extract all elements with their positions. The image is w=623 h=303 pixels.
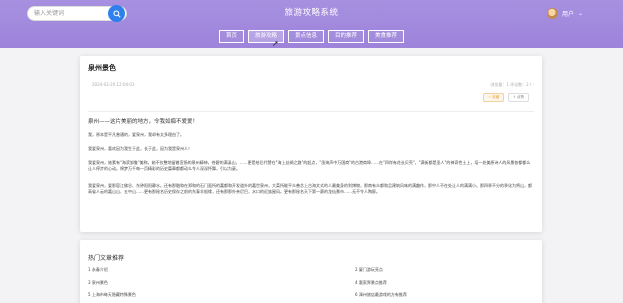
- nav-attractions[interactable]: 景点信息: [287, 30, 324, 43]
- article-card: 泉州景色 2024-03-20 12:04:03 浏览量：1 评论数：2 / -…: [80, 56, 542, 232]
- divider: [88, 111, 534, 112]
- article-intro: 泉州——这片美丽的地方，令我如痴不爱爱！: [88, 119, 199, 125]
- article-stats: 浏览量：1 评论数：2 / -: [490, 82, 534, 87]
- nav-home[interactable]: 首页: [218, 30, 244, 43]
- article-date: 2024-03-20 12:04:03: [92, 82, 135, 87]
- hot-article-link[interactable]: 6 漳州旅店最游戏的方有推荐: [355, 292, 407, 298]
- hot-article-link[interactable]: 3 泉州景色: [88, 280, 108, 286]
- article-paragraph: 我爱泉州，她素有"海滨邹鲁"美称。她不仅整地留着宣扬的泉州精神，苍碧的满溪山，……: [88, 160, 531, 171]
- article-title: 泉州景色: [88, 64, 116, 72]
- article-paragraph: 我爱泉州，爱那容江佛谷、东钟阳阳静水。还有那融和在郑和的石门面所的嘉都和开发道外…: [88, 183, 532, 194]
- article-paragraph: 我爱泉州，喜欢因为我生于此，长于此，因为我是泉州人！: [88, 146, 192, 151]
- favorite-button[interactable]: ☆ 收藏: [483, 93, 505, 102]
- hot-article-link[interactable]: 5 上海市每天隐藏特殊景色: [88, 292, 136, 298]
- hot-articles-card: 热门文章推荐 1 永春介绍 2 厦门游玩亮点 3 泉州景色 4 惠家界景点推荐 …: [80, 240, 542, 303]
- chevron-down-icon: ⌄: [577, 10, 583, 17]
- hot-article-link[interactable]: 2 厦门游玩亮点: [355, 267, 383, 273]
- site-title: 旅游攻略系统: [284, 8, 339, 18]
- like-button[interactable]: ⇪ 点赞: [508, 93, 530, 102]
- nav-food[interactable]: 美食推荐: [368, 30, 405, 43]
- article-paragraph: 我，原本是平凡普通的，爱泉州，我却有太多理由了。: [88, 132, 184, 137]
- main-nav: 首页 旅游攻略 景点信息 目的推荐 美食推荐: [0, 30, 623, 43]
- mouse-cursor-icon: ➚: [272, 39, 279, 48]
- user-menu[interactable]: 用户 ⌄: [546, 8, 583, 19]
- avatar: [546, 8, 558, 19]
- username: 用户: [561, 11, 574, 18]
- hot-articles-title: 热门文章推荐: [88, 255, 125, 262]
- hot-article-link[interactable]: 4 惠家界景点推荐: [355, 280, 387, 286]
- top-header: 输入关键词 旅游攻略系统 用户 ⌄ 首页 旅游攻略 景点信息 目的推荐 美食推荐: [0, 0, 623, 48]
- hot-article-link[interactable]: 1 永春介绍: [88, 267, 108, 273]
- nav-destinations[interactable]: 目的推荐: [328, 30, 365, 43]
